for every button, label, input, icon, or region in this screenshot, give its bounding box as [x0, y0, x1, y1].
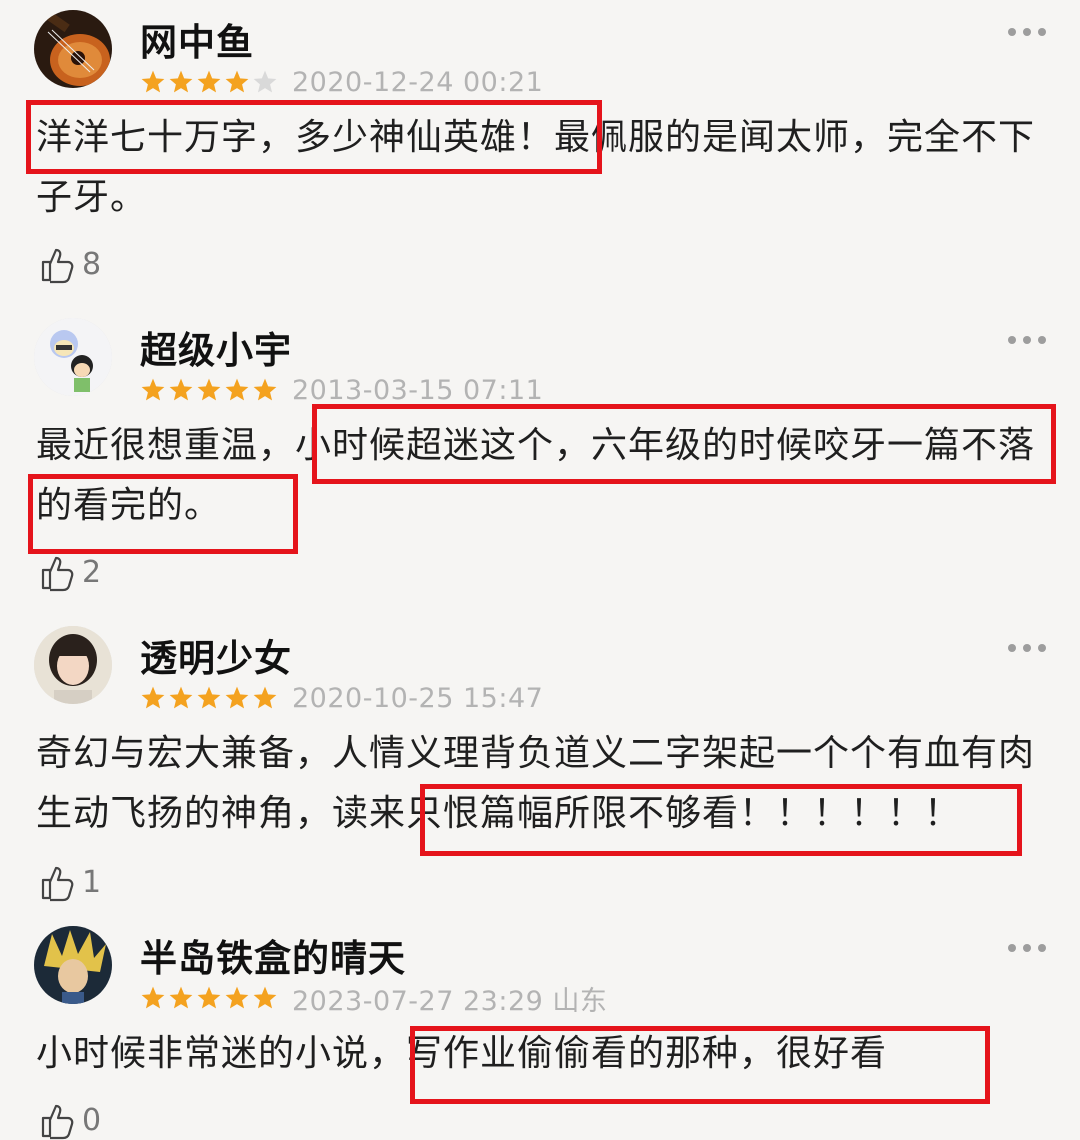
cartoon-avatar-icon[interactable]: [34, 318, 112, 396]
rating-row: 2020-10-25 15:47: [140, 680, 543, 716]
highlight-box: [312, 404, 1056, 484]
guitar-avatar-icon[interactable]: [34, 10, 112, 88]
girl-avatar-icon[interactable]: [34, 626, 112, 704]
like-count: 1: [82, 864, 102, 900]
star-filled-icon: [141, 378, 165, 401]
star-filled-icon: [141, 686, 165, 709]
more-options-icon[interactable]: [1008, 28, 1046, 36]
like-count: 8: [82, 246, 102, 282]
like-count: 2: [82, 554, 102, 590]
review-date: 2020-12-24 00:21: [292, 66, 544, 98]
username[interactable]: 超级小宇: [140, 320, 292, 374]
star-filled-icon: [169, 686, 193, 709]
star-filled-icon: [253, 686, 277, 709]
star-filled-icon: [225, 986, 249, 1009]
review-list: 网中鱼 2020-12-24 00:21 洋洋七十万字，多少神仙英雄！最佩服的是…: [0, 0, 1080, 1140]
username[interactable]: 半岛铁盒的晴天: [140, 928, 406, 982]
star-filled-icon: [197, 986, 221, 1009]
anime-avatar-icon[interactable]: [34, 926, 112, 1004]
more-options-icon[interactable]: [1008, 644, 1046, 652]
thumbs-up-icon: [41, 1104, 74, 1140]
more-options-icon[interactable]: [1008, 944, 1046, 952]
star-filled-icon: [225, 378, 249, 401]
highlight-box: [28, 474, 298, 554]
like-button[interactable]: 0: [38, 1100, 101, 1140]
review-date: 2020-10-25 15:47: [292, 682, 544, 714]
star-rating: [140, 377, 278, 403]
star-filled-icon: [141, 70, 165, 93]
star-filled-icon: [141, 986, 165, 1009]
more-options-icon[interactable]: [1008, 336, 1046, 344]
thumbs-up-icon: [41, 556, 74, 592]
star-empty-icon: [253, 70, 277, 93]
star-filled-icon: [253, 986, 277, 1009]
star-filled-icon: [169, 378, 193, 401]
highlight-box: [410, 1026, 990, 1104]
review-date: 2013-03-15 07:11: [292, 374, 544, 406]
rating-row: 2013-03-15 07:11: [140, 372, 543, 408]
like-button[interactable]: 8: [38, 244, 101, 284]
highlight-box: [26, 100, 602, 174]
star-rating: [140, 69, 278, 95]
like-count: 0: [82, 1102, 102, 1138]
like-button[interactable]: 2: [38, 552, 101, 592]
star-filled-icon: [197, 378, 221, 401]
star-filled-icon: [169, 986, 193, 1009]
username[interactable]: 透明少女: [140, 628, 292, 682]
like-button[interactable]: 1: [38, 862, 101, 902]
thumbs-up-icon: [41, 248, 74, 284]
star-rating: [140, 985, 278, 1011]
highlight-box: [420, 784, 1022, 856]
star-filled-icon: [253, 378, 277, 401]
rating-row: 2020-12-24 00:21: [140, 64, 543, 100]
star-filled-icon: [197, 70, 221, 93]
star-filled-icon: [169, 70, 193, 93]
rating-row: 2023-07-27 23:29 山东: [140, 980, 608, 1017]
star-filled-icon: [225, 70, 249, 93]
thumbs-up-icon: [41, 866, 74, 902]
star-rating: [140, 685, 278, 711]
review-date: 2023-07-27 23:29 山东: [292, 985, 608, 1017]
star-filled-icon: [225, 686, 249, 709]
star-filled-icon: [197, 686, 221, 709]
username[interactable]: 网中鱼: [140, 12, 254, 66]
